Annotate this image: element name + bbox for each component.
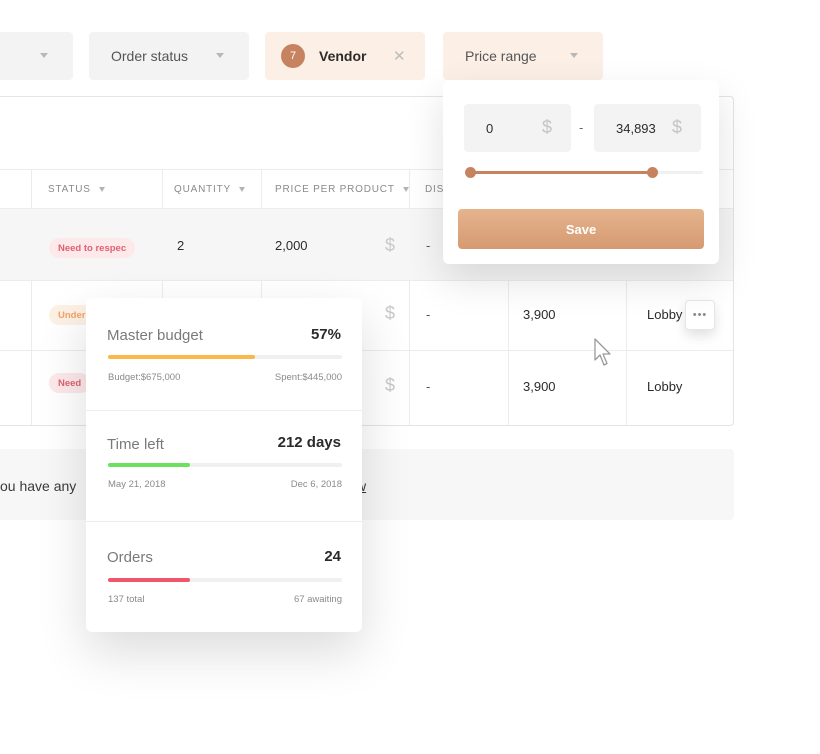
master-budget-title: Master budget <box>107 327 203 344</box>
budget-total-label: Budget:$675,000 <box>108 372 181 383</box>
discount-cell: - <box>426 379 431 394</box>
sort-icon <box>98 187 105 192</box>
close-icon[interactable]: ✕ <box>393 47 406 65</box>
start-date-label: May 21, 2018 <box>108 479 166 490</box>
order-status-filter[interactable]: Order status <box>89 32 249 80</box>
location-cell: Lobby <box>647 379 683 394</box>
filter-dropdown[interactable] <box>0 32 73 80</box>
master-budget-percent: 57% <box>310 326 341 343</box>
quantity-column-header[interactable]: QUANTITY <box>174 170 245 209</box>
master-budget-section: Master budget 57% Budget:$675,000 Spent:… <box>86 298 362 410</box>
budget-spent-label: Spent:$445,000 <box>274 372 342 383</box>
banner-text: ou have any <box>0 478 77 494</box>
total-cell: 3,900 <box>523 307 556 322</box>
price-slider[interactable] <box>465 167 703 178</box>
min-price-value: 0 <box>486 121 494 136</box>
awaiting-orders-label: 67 awaiting <box>293 594 342 605</box>
total-orders-label: 137 total <box>108 594 145 605</box>
orders-count: 24 <box>324 548 341 565</box>
orders-section: Orders 24 137 total 67 awaiting <box>86 521 362 632</box>
caret-down-icon <box>570 53 578 58</box>
time-left-section: Time left 212 days May 21, 2018 Dec 6, 2… <box>86 410 362 521</box>
price-cell: 2,000 <box>275 238 308 253</box>
status-column-header[interactable]: STATUS <box>48 170 105 209</box>
max-slider-handle[interactable] <box>646 167 658 178</box>
time-left-progress <box>108 463 342 467</box>
price-header-label: PRICE PER PRODUCT <box>275 184 395 195</box>
status-badge: Need <box>49 373 91 393</box>
quantity-header-label: QUANTITY <box>174 184 231 195</box>
currency-icon: $ <box>385 303 396 323</box>
master-budget-progress <box>108 355 342 359</box>
caret-down-icon <box>40 53 48 58</box>
vendor-filter[interactable]: 7 Vendor ✕ <box>265 32 425 80</box>
orders-title: Orders <box>107 549 153 566</box>
mouse-pointer-icon <box>594 338 611 366</box>
discount-cell: - <box>426 307 431 322</box>
range-separator: - <box>579 120 584 135</box>
min-price-input[interactable]: 0 $ <box>464 104 571 152</box>
time-left-value: 212 days <box>277 434 341 451</box>
min-slider-handle[interactable] <box>465 167 476 178</box>
currency-icon: $ <box>385 235 396 255</box>
more-options-button[interactable]: ••• <box>685 300 715 330</box>
orders-progress-fill <box>108 578 190 582</box>
total-cell: 3,900 <box>523 379 556 394</box>
end-date-label: Dec 6, 2018 <box>290 479 342 490</box>
vendor-label: Vendor <box>319 48 367 64</box>
time-left-progress-fill <box>108 463 190 467</box>
status-badge: Need to respec <box>49 238 136 258</box>
price-slider-fill <box>470 171 652 174</box>
budget-summary-card: Master budget 57% Budget:$675,000 Spent:… <box>86 298 362 632</box>
price-column-header[interactable]: PRICE PER PRODUCT <box>275 170 409 209</box>
dollar-icon: $ <box>542 117 553 137</box>
more-horizontal-icon: ••• <box>692 309 708 321</box>
max-price-input[interactable]: 34,893 $ <box>594 104 701 152</box>
caret-down-icon <box>216 53 224 58</box>
price-range-filter[interactable]: Price range <box>443 32 603 80</box>
vendor-count-badge: 7 <box>281 44 305 68</box>
max-price-value: 34,893 <box>616 121 656 136</box>
sort-icon <box>402 187 409 192</box>
orders-progress <box>108 578 342 582</box>
time-left-title: Time left <box>107 436 164 453</box>
save-button[interactable]: Save <box>458 209 704 249</box>
discount-cell: - <box>426 238 431 253</box>
price-range-label: Price range <box>465 48 537 64</box>
sort-icon <box>238 187 245 192</box>
quantity-cell: 2 <box>177 238 185 253</box>
currency-icon: $ <box>385 375 396 395</box>
dollar-icon: $ <box>672 117 683 137</box>
master-budget-progress-fill <box>108 355 256 359</box>
order-status-label: Order status <box>111 48 189 64</box>
status-header-label: STATUS <box>48 184 91 195</box>
location-cell: Lobby <box>647 307 683 322</box>
price-range-popover: 0 $ - 34,893 $ Save <box>443 80 719 264</box>
